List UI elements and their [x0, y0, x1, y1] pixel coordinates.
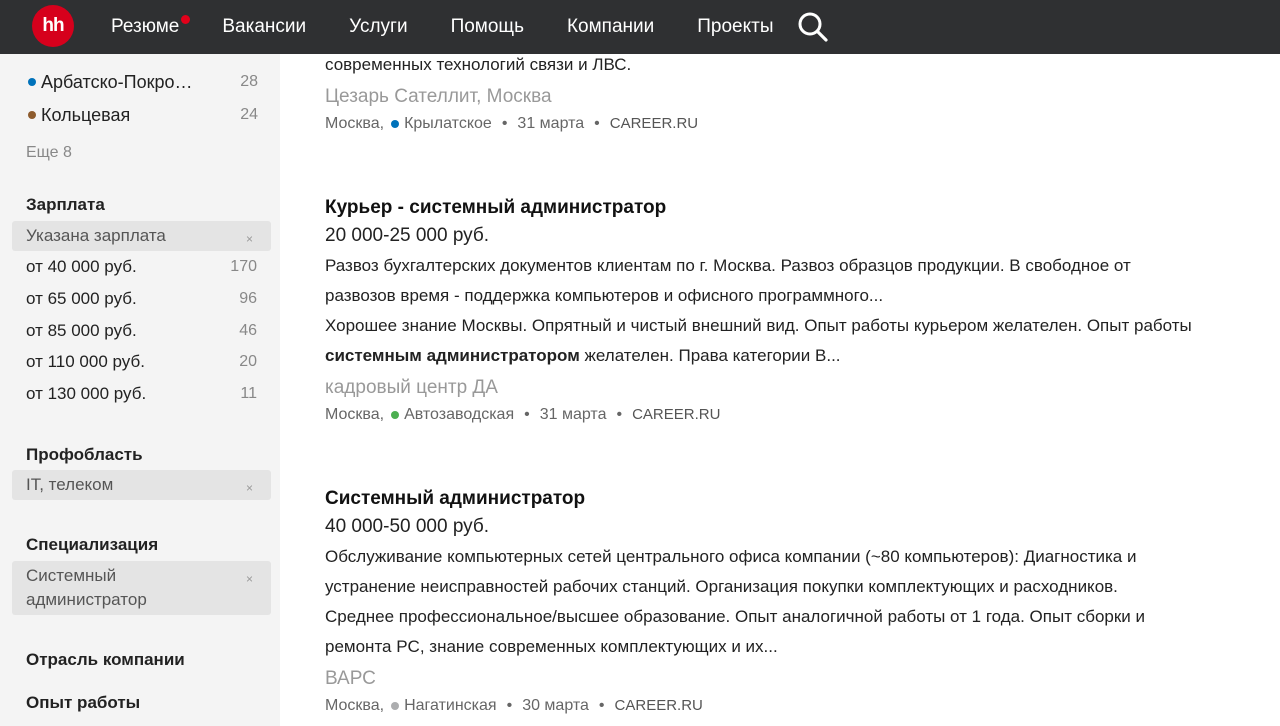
- salary-section-title: Зарплата: [26, 195, 105, 214]
- highlight-match: системным администратором: [325, 346, 580, 365]
- vacancy-responsibility: Развоз бухгалтерских документов клиентам…: [325, 256, 1131, 275]
- separator: •: [616, 406, 623, 423]
- filter-metro-item[interactable]: Кольцевая 24: [28, 103, 258, 127]
- metro-line-dot: [28, 111, 36, 119]
- filter-label: от 85 000 руб.: [26, 321, 137, 340]
- salary-option[interactable]: от 110 000 руб. 20: [26, 350, 257, 374]
- vacancy-item: Системный администратор 40 000-50 000 ру…: [325, 486, 1255, 718]
- filter-metro-item[interactable]: Арбатско-Покро… 28: [28, 70, 258, 94]
- remove-filter-icon[interactable]: ×: [246, 227, 253, 251]
- notification-dot: [181, 15, 191, 24]
- nav-item-help[interactable]: Помощь: [451, 16, 524, 38]
- industry-section-title[interactable]: Отрасль компании: [26, 650, 185, 670]
- spec-section-title: Специализация: [26, 535, 159, 554]
- filter-count: 24: [240, 106, 258, 123]
- chip-label: IT, телеком: [26, 475, 114, 494]
- vacancy-requirement: ремонта PC, знание современных комплекту…: [325, 637, 778, 656]
- filters-sidebar: Арбатско-Покро… 28 Кольцевая 24 Еще 8 За…: [0, 54, 280, 726]
- hh-logo[interactable]: hh: [32, 5, 74, 47]
- vacancy-salary: 20 000-25 000 руб.: [325, 225, 490, 246]
- filter-label: от 65 000 руб.: [26, 289, 137, 308]
- vacancy-metro: Крылатское: [404, 115, 492, 132]
- filter-label: от 130 000 руб.: [26, 384, 147, 403]
- separator: •: [524, 406, 530, 423]
- chip-label: администратор: [26, 590, 147, 609]
- vacancy-list: современных технологий связи и ЛВС. Цеза…: [280, 54, 1280, 726]
- filter-count: 170: [230, 258, 257, 275]
- separator: •: [598, 697, 605, 714]
- vacancy-date: 31 марта: [517, 115, 585, 132]
- vacancy-title-link[interactable]: Системный администратор: [325, 486, 1255, 512]
- vacancy-city: Москва,: [325, 115, 385, 132]
- vacancy-responsibility: развозов время - поддержка компьютеров и…: [325, 286, 884, 305]
- filter-count: 46: [239, 322, 257, 339]
- vacancy-date: 30 марта: [522, 697, 589, 714]
- vacancy-meta: Москва, Нагатинская • 30 марта • CAREER.…: [325, 694, 1255, 718]
- vacancy-company[interactable]: ВАРС: [325, 664, 1255, 694]
- vacancy-source[interactable]: CAREER.RU: [610, 112, 698, 136]
- vacancy-source[interactable]: CAREER.RU: [632, 403, 720, 427]
- vacancy-source[interactable]: CAREER.RU: [615, 694, 703, 718]
- remove-filter-icon[interactable]: ×: [246, 567, 253, 591]
- separator: •: [501, 115, 508, 132]
- metro-line-dot: [391, 702, 400, 710]
- selected-filter-spec[interactable]: Системный администратор ×: [12, 561, 271, 615]
- vacancy-item: современных технологий связи и ЛВС. Цеза…: [325, 54, 1255, 136]
- separator: •: [594, 115, 600, 132]
- separator: •: [506, 697, 513, 714]
- vacancy-meta: Москва, Автозаводская • 31 марта • CAREE…: [325, 403, 1255, 427]
- vacancy-requirement: системным администратором желателен. Пра…: [325, 341, 1255, 371]
- metro-line-dot: [28, 78, 36, 86]
- nav-item-vacancies[interactable]: Вакансии: [222, 16, 306, 38]
- vacancy-company[interactable]: кадровый центр ДА: [325, 373, 1255, 403]
- metro-line-dot: [391, 120, 400, 128]
- chip-label: Указана зарплата: [26, 226, 166, 245]
- vacancy-requirement: Среднее профессиональное/высшее образова…: [325, 607, 1146, 626]
- prof-section-title: Профобласть: [26, 445, 143, 464]
- chip-label: Системный: [26, 566, 117, 585]
- vacancy-company[interactable]: Цезарь Сателлит, Москва: [325, 82, 1255, 112]
- selected-filter-salary[interactable]: Указана зарплата ×: [12, 221, 271, 251]
- vacancy-title-link[interactable]: Курьер - системный администратор: [325, 195, 1255, 221]
- vacancy-snippet: современных технологий связи и ЛВС.: [325, 55, 632, 74]
- vacancy-requirement: Хорошее знание Москвы. Опрятный и чистый…: [325, 316, 1192, 335]
- vacancy-metro: Автозаводская: [404, 406, 515, 423]
- metro-line-dot: [391, 411, 400, 419]
- vacancy-salary: 40 000-50 000 руб.: [325, 516, 490, 537]
- filter-count: 28: [240, 73, 258, 90]
- filter-count: 20: [239, 353, 257, 370]
- salary-option[interactable]: от 130 000 руб. 11: [26, 382, 257, 406]
- vacancy-metro: Нагатинская: [404, 697, 497, 714]
- selected-filter-prof[interactable]: IT, телеком ×: [12, 470, 271, 500]
- salary-option[interactable]: от 65 000 руб. 96: [26, 287, 257, 311]
- vacancy-date: 31 марта: [539, 406, 607, 423]
- nav-item-companies[interactable]: Компании: [567, 16, 654, 38]
- requirement-text: желателен. Права категории В...: [579, 346, 841, 365]
- vacancy-responsibility: Обслуживание компьютерных сетей централь…: [325, 547, 1137, 566]
- filter-label: Кольцевая: [41, 104, 131, 125]
- vacancy-item: Курьер - системный администратор 20 000-…: [325, 195, 1255, 427]
- nav-item-services[interactable]: Услуги: [349, 16, 407, 38]
- remove-filter-icon[interactable]: ×: [246, 476, 253, 500]
- filter-count: 11: [240, 385, 257, 402]
- show-more-link[interactable]: Еще 8: [26, 144, 72, 162]
- vacancy-city: Москва,: [325, 697, 385, 714]
- filter-label: от 40 000 руб.: [26, 257, 137, 276]
- vacancy-city: Москва,: [325, 406, 385, 423]
- filter-count: 96: [239, 290, 257, 307]
- top-navbar: hh Резюме Вакансии Услуги Помощь Компани…: [0, 0, 1280, 54]
- nav-item-resume[interactable]: Резюме: [111, 15, 191, 38]
- main-nav: Резюме Вакансии Услуги Помощь Компании П…: [111, 0, 817, 54]
- salary-option[interactable]: от 40 000 руб. 170: [26, 255, 257, 279]
- salary-option[interactable]: от 85 000 руб. 46: [26, 319, 257, 343]
- nav-item-projects[interactable]: Проекты: [697, 16, 773, 38]
- filter-label: Арбатско-Покро…: [41, 71, 193, 92]
- nav-item-label: Резюме: [111, 16, 180, 37]
- experience-section-title[interactable]: Опыт работы: [26, 693, 140, 713]
- vacancy-responsibility: устранение неисправностей рабочих станци…: [325, 577, 1118, 596]
- filter-label: от 110 000 руб.: [26, 352, 145, 371]
- search-icon[interactable]: [797, 11, 829, 43]
- vacancy-meta: Москва, Крылатское • 31 марта • CAREER.R…: [325, 112, 1255, 136]
